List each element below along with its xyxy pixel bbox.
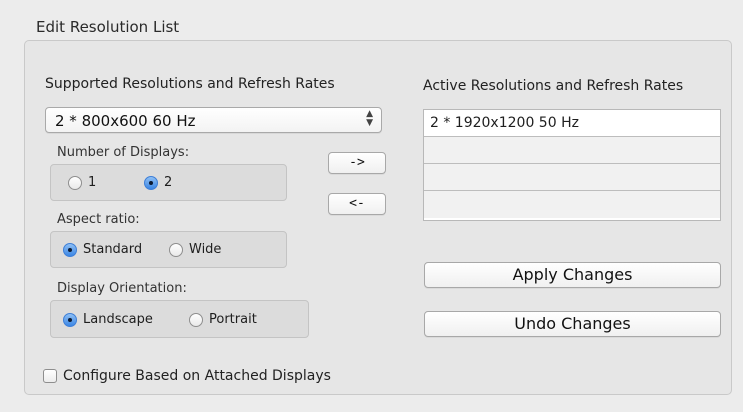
list-item[interactable]: 2 * 1920x1200 50 Hz bbox=[424, 110, 720, 137]
number-of-displays-box: 1 2 bbox=[50, 164, 287, 201]
group-title: Edit Resolution List bbox=[36, 18, 180, 36]
popup-selected-value: 2 * 800x600 60 Hz bbox=[55, 112, 196, 130]
add-resolution-button[interactable]: -> bbox=[328, 152, 386, 174]
orientation-option-landscape[interactable]: Landscape bbox=[63, 312, 153, 327]
remove-resolution-button[interactable]: <- bbox=[328, 193, 386, 215]
aspect-ratio-box: Standard Wide bbox=[50, 231, 287, 268]
configure-attached-displays-label: Configure Based on Attached Displays bbox=[63, 368, 331, 384]
configure-attached-displays-checkbox[interactable]: Configure Based on Attached Displays bbox=[43, 368, 331, 384]
orientation-option-portrait[interactable]: Portrait bbox=[189, 312, 257, 327]
radio-selected-icon bbox=[63, 312, 77, 327]
aspect-ratio-label: Aspect ratio: bbox=[57, 212, 140, 227]
radio-selected-icon bbox=[63, 242, 77, 257]
undo-changes-button[interactable]: Undo Changes bbox=[424, 311, 721, 337]
checkbox-icon bbox=[43, 369, 57, 383]
displays-option-1[interactable]: 1 bbox=[68, 175, 96, 190]
list-item[interactable] bbox=[424, 137, 720, 164]
displays-option-1-label: 1 bbox=[88, 175, 97, 190]
radio-selected-icon bbox=[144, 175, 158, 190]
list-item[interactable] bbox=[424, 191, 720, 218]
display-orientation-label: Display Orientation: bbox=[57, 281, 187, 296]
aspect-option-wide[interactable]: Wide bbox=[169, 242, 221, 257]
number-of-displays-label: Number of Displays: bbox=[57, 145, 190, 160]
orientation-option-portrait-label: Portrait bbox=[209, 312, 257, 327]
radio-icon bbox=[189, 312, 203, 327]
aspect-option-standard-label: Standard bbox=[83, 242, 143, 257]
orientation-option-landscape-label: Landscape bbox=[83, 312, 153, 327]
aspect-option-wide-label: Wide bbox=[189, 242, 222, 257]
radio-icon bbox=[169, 242, 183, 257]
apply-changes-button[interactable]: Apply Changes bbox=[424, 262, 721, 288]
supported-resolutions-heading: Supported Resolutions and Refresh Rates bbox=[45, 76, 335, 92]
active-resolutions-heading: Active Resolutions and Refresh Rates bbox=[423, 78, 684, 94]
active-resolutions-list[interactable]: 2 * 1920x1200 50 Hz bbox=[423, 109, 721, 221]
chevron-updown-icon: ▲ ▼ bbox=[366, 109, 373, 128]
supported-resolution-popup[interactable]: 2 * 800x600 60 Hz ▲ ▼ bbox=[45, 107, 382, 133]
display-orientation-box: Landscape Portrait bbox=[50, 300, 309, 338]
list-item[interactable] bbox=[424, 164, 720, 191]
radio-icon bbox=[68, 175, 82, 190]
displays-option-2[interactable]: 2 bbox=[144, 175, 172, 190]
aspect-option-standard[interactable]: Standard bbox=[63, 242, 142, 257]
displays-option-2-label: 2 bbox=[164, 175, 173, 190]
